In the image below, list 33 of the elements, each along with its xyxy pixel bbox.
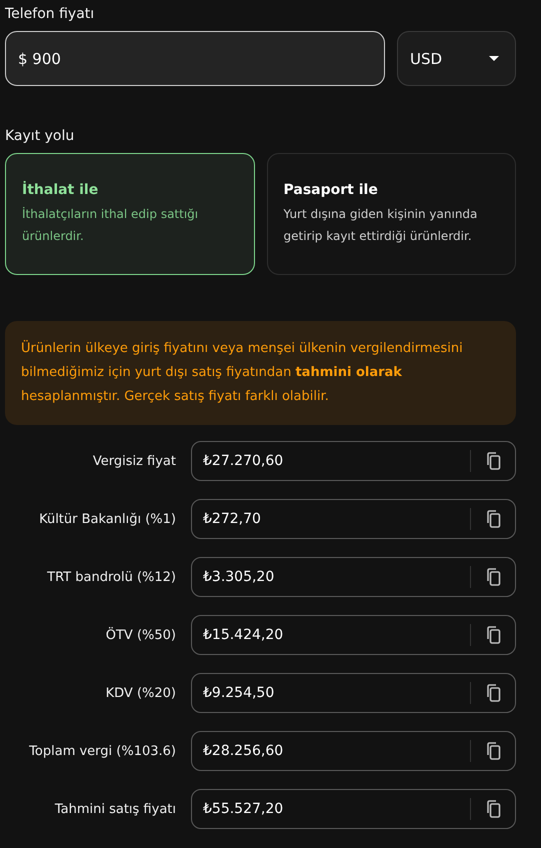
result-field: ₺15.424,20 (191, 615, 516, 655)
field-label: Telefon fiyatı (5, 6, 96, 22)
price-input[interactable]: $ 900 (5, 31, 385, 86)
copy-icon (485, 684, 501, 702)
result-field: ₺55.527,20 (191, 789, 516, 829)
copy-icon (485, 800, 501, 818)
option-description: İthalatçıların ithal edip sattığı ürünlerdir. (22, 206, 200, 245)
caret-icon (489, 56, 499, 61)
copy-icon (485, 568, 501, 586)
result-label: Kültür Bakanlığı (%1) (38, 512, 176, 526)
option-title: İthalat ile (22, 182, 100, 198)
result-field: ₺9.254,50 (191, 673, 516, 713)
result-field: ₺28.256,60 (191, 731, 516, 771)
option-card[interactable]: İthalat ile İthalatçıların ithal edip sattığı ürünlerdir. (5, 153, 254, 275)
result-label: Toplam vergi (%103.6) (28, 744, 176, 758)
result-label: Tahmini satış fiyatı (54, 802, 176, 816)
currency-select[interactable]: USD (397, 31, 516, 86)
option-title: Pasaport ile (284, 182, 379, 198)
option-card[interactable]: Pasaport ile Yurt dışına giden kişinin yanında getirip kayıt ettirdiği ürünlerdir. (266, 153, 516, 275)
result-field: ₺272,70 (191, 499, 516, 539)
copy-icon (485, 452, 501, 470)
result-field: ₺3.305,20 (191, 557, 516, 597)
copy-icon (485, 626, 501, 644)
option-description: Yurt dışına giden kişinin yanında getirip kayıt ettirdiği ürünlerdir. (284, 206, 478, 245)
result-label: ÖTV (%50) (104, 628, 176, 642)
result-label: TRT bandrolü (%12) (46, 570, 176, 584)
result-label: KDV (%20) (104, 686, 176, 700)
warning-notice: Ürünlerin ülkeye giriş fiyatını veya menşei ülkenin vergilendirmesini bilmediğimiz için yurt dışı satış fiyatından tahmini olarak hesaplanmıştır. Gerçek satış fiyatı farklı olabilir. (5, 321, 516, 425)
copy-icon (485, 510, 501, 528)
section-label: Kayıt yolu (5, 128, 76, 144)
result-field: ₺27.270,60 (191, 441, 516, 481)
copy-icon (485, 742, 501, 760)
result-label: Vergisiz fiyat (92, 454, 176, 468)
